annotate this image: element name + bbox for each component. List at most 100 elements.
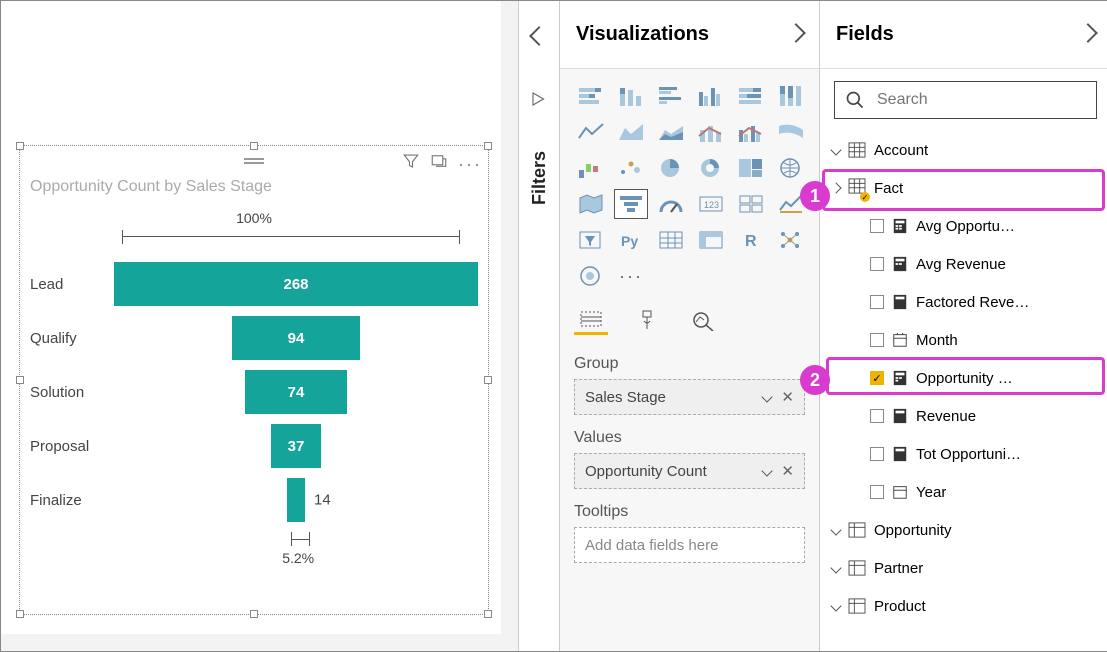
line-stacked-column-icon[interactable] [694, 117, 728, 147]
matrix-icon[interactable] [694, 225, 728, 255]
field-factored-revenue[interactable]: Factored Reve… [826, 283, 1105, 321]
card-icon[interactable]: 123 [694, 189, 728, 219]
line-chart-icon[interactable] [574, 117, 608, 147]
filters-pane-label[interactable]: Filters [529, 151, 550, 205]
funnel-bar[interactable]: 94 [232, 316, 359, 360]
resize-handle[interactable] [250, 610, 258, 618]
scrollbar-horizontal[interactable] [1, 634, 501, 651]
search-input[interactable] [875, 90, 1086, 110]
chevron-down-icon [830, 524, 841, 535]
field-label: Year [916, 484, 946, 501]
chevron-down-icon[interactable] [762, 465, 773, 476]
decomposition-tree-icon[interactable] [574, 261, 608, 291]
funnel-chart-icon[interactable] [614, 189, 648, 219]
field-avg-revenue[interactable]: Avg Revenue [826, 245, 1105, 283]
checkbox[interactable] [870, 409, 884, 423]
funnel-bar[interactable] [287, 478, 306, 522]
search-box[interactable] [834, 81, 1097, 119]
clustered-bar-icon[interactable] [654, 81, 688, 111]
r-visual-icon[interactable]: R [734, 225, 768, 255]
hierarchy-icon [892, 332, 908, 348]
svg-text:Py: Py [621, 233, 638, 249]
values-well[interactable]: Opportunity Count ✕ [574, 453, 805, 489]
funnel-visual[interactable]: ··· Opportunity Count by Sales Stage 100… [19, 145, 489, 615]
field-avg-opportunity[interactable]: Avg Opportu… [826, 207, 1105, 245]
measure-icon [892, 218, 908, 234]
fields-pane: Fields Account 1 ✓ Fact [820, 1, 1107, 651]
checkbox[interactable] [870, 257, 884, 271]
stacked-area-icon[interactable] [654, 117, 688, 147]
analytics-tab-icon[interactable] [686, 305, 720, 335]
hundred-stacked-bar-icon[interactable] [734, 81, 768, 111]
tooltips-placeholder: Add data fields here [585, 537, 718, 554]
funnel-bar[interactable]: 74 [245, 370, 347, 414]
python-visual-icon[interactable]: Py [614, 225, 648, 255]
checkbox[interactable] [870, 219, 884, 233]
chevron-down-icon [830, 144, 841, 155]
values-well-label: Values [574, 429, 805, 447]
donut-chart-icon[interactable] [694, 153, 728, 183]
chevron-down-icon[interactable] [762, 391, 773, 402]
checkbox[interactable] [870, 447, 884, 461]
fields-tab-icon[interactable] [574, 305, 608, 335]
line-clustered-column-icon[interactable] [734, 117, 768, 147]
waterfall-icon[interactable] [574, 153, 608, 183]
resize-handle[interactable] [484, 610, 492, 618]
format-tab-icon[interactable] [630, 305, 664, 335]
filter-icon[interactable] [402, 152, 420, 175]
slicer-icon[interactable] [574, 225, 608, 255]
chevron-right-icon[interactable] [1081, 23, 1095, 46]
scatter-icon[interactable] [614, 153, 648, 183]
table-opportunity[interactable]: Opportunity [826, 511, 1105, 549]
area-chart-icon[interactable] [614, 117, 648, 147]
chevron-down-icon [830, 600, 841, 611]
remove-icon[interactable]: ✕ [781, 462, 794, 480]
stage-label: Finalize [30, 492, 114, 509]
more-options-icon[interactable]: ··· [458, 157, 482, 171]
funnel-bar[interactable]: 37 [271, 424, 322, 468]
values-well-value: Opportunity Count [585, 463, 707, 480]
tooltips-well[interactable]: Add data fields here [574, 527, 805, 563]
field-year[interactable]: Year [826, 473, 1105, 511]
more-visuals-icon[interactable]: ··· [614, 261, 648, 291]
key-influencers-icon[interactable] [774, 225, 808, 255]
pie-chart-icon[interactable] [654, 153, 688, 183]
chevron-up-icon [830, 182, 841, 193]
funnel-bar[interactable]: 268 [114, 262, 478, 306]
ribbon-chart-icon[interactable] [774, 117, 808, 147]
chevron-right-icon[interactable] [789, 23, 803, 46]
bottom-pct-label: 5.2% [282, 550, 314, 566]
stacked-bar-icon[interactable] [574, 81, 608, 111]
gauge-icon[interactable] [654, 189, 688, 219]
field-tot-opportunity[interactable]: Tot Opportuni… [826, 435, 1105, 473]
checkbox[interactable] [870, 485, 884, 499]
hundred-stacked-column-icon[interactable] [774, 81, 808, 111]
chevron-left-icon[interactable] [532, 29, 546, 48]
stage-label: Proposal [30, 438, 114, 455]
bookmark-icon[interactable] [530, 90, 548, 113]
table-account[interactable]: Account [826, 131, 1105, 169]
field-month[interactable]: Month [826, 321, 1105, 359]
drag-grip-icon[interactable] [244, 156, 264, 164]
clustered-column-icon[interactable] [694, 81, 728, 111]
table-partner[interactable]: Partner [826, 549, 1105, 587]
checkbox[interactable] [870, 333, 884, 347]
table-product[interactable]: Product [826, 587, 1105, 625]
highlight-opportunity-count [826, 357, 1105, 395]
scrollbar-vertical[interactable] [501, 1, 518, 651]
field-revenue[interactable]: Revenue [826, 397, 1105, 435]
callout-1: 1 [800, 181, 830, 211]
remove-icon[interactable]: ✕ [781, 388, 794, 406]
map-icon[interactable] [774, 153, 808, 183]
treemap-icon[interactable] [734, 153, 768, 183]
table-fact[interactable]: ✓ Fact [826, 169, 1105, 207]
filled-map-icon[interactable] [574, 189, 608, 219]
resize-handle[interactable] [16, 610, 24, 618]
focus-mode-icon[interactable] [430, 152, 448, 175]
table-icon[interactable] [654, 225, 688, 255]
report-canvas[interactable]: ··· Opportunity Count by Sales Stage 100… [1, 1, 518, 651]
stacked-column-icon[interactable] [614, 81, 648, 111]
group-well[interactable]: Sales Stage ✕ [574, 379, 805, 415]
checkbox[interactable] [870, 295, 884, 309]
multi-card-icon[interactable] [734, 189, 768, 219]
